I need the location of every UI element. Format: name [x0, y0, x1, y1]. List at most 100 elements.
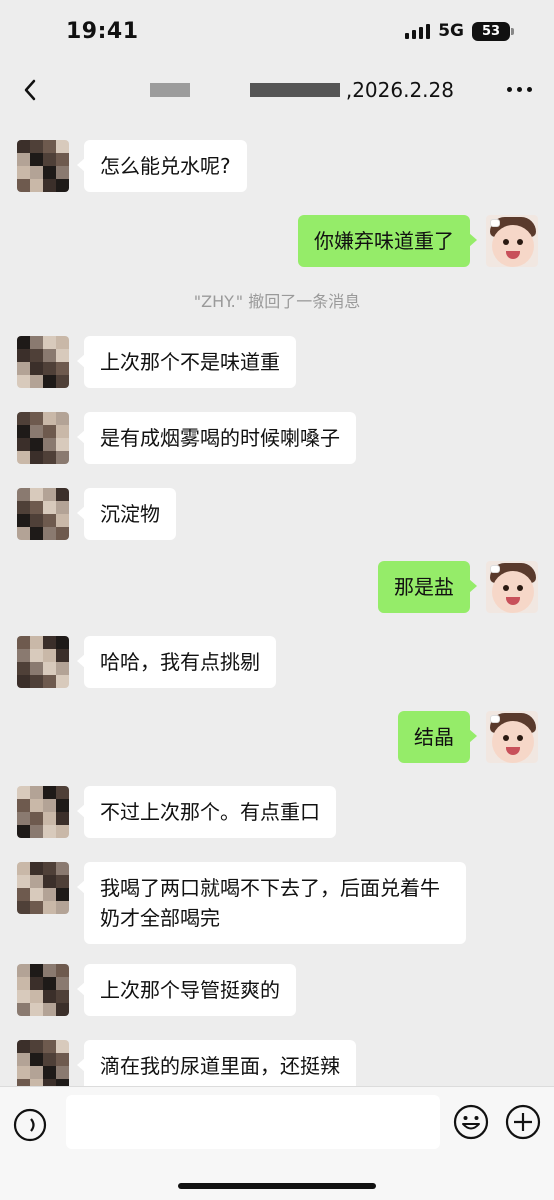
avatar-mosaic-cell — [17, 412, 30, 425]
message-bubble[interactable]: 上次那个不是味道重 — [77, 336, 296, 388]
avatar-mosaic-cell — [17, 662, 30, 675]
avatar-mosaic-cell — [56, 636, 69, 649]
avatar-mosaic-cell — [17, 527, 30, 540]
status-time: 19:41 — [66, 18, 139, 44]
avatar-mosaic-cell — [56, 349, 69, 362]
avatar-mosaic-cell — [30, 1003, 43, 1016]
battery-level: 53 — [481, 23, 501, 39]
message-bubble[interactable]: 你嫌弃味道重了 — [298, 215, 477, 267]
avatar-eye — [517, 239, 523, 245]
avatar-mosaic-cell — [17, 1066, 30, 1079]
message-bubble[interactable]: 上次那个导管挺爽的 — [77, 964, 296, 1016]
avatar[interactable] — [17, 336, 69, 388]
avatar-mosaic-cell — [30, 964, 43, 977]
avatar[interactable] — [17, 786, 69, 838]
avatar-mosaic-cell — [30, 425, 43, 438]
home-indicator[interactable] — [178, 1183, 376, 1189]
avatar-mosaic-cell — [56, 964, 69, 977]
avatar-mosaic-cell — [30, 412, 43, 425]
avatar-mosaic-cell — [56, 662, 69, 675]
back-icon[interactable] — [18, 76, 46, 104]
avatar-mosaic-cell — [43, 166, 56, 179]
message-bubble[interactable]: 是有成烟雾喝的时候喇嗓子 — [77, 412, 356, 464]
message-input[interactable] — [66, 1095, 440, 1149]
avatar-mosaic-cell — [30, 675, 43, 688]
avatar-mosaic-cell — [30, 1053, 43, 1066]
avatar-mosaic-cell — [17, 140, 30, 153]
avatar[interactable] — [17, 488, 69, 540]
avatar-mosaic-cell — [17, 425, 30, 438]
avatar-mosaic-cell — [30, 990, 43, 1003]
avatar-mosaic-cell — [30, 888, 43, 901]
avatar-mosaic-cell — [43, 990, 56, 1003]
avatar-mosaic-cell — [56, 166, 69, 179]
avatar-mosaic-cell — [56, 488, 69, 501]
avatar-mosaic-cell — [30, 438, 43, 451]
avatar[interactable] — [486, 561, 538, 613]
avatar[interactable] — [17, 140, 69, 192]
avatar-mosaic-cell — [56, 901, 69, 914]
status-indicators: 5G 53 — [405, 21, 514, 41]
chat-title-date: ,2026.2.28 — [345, 78, 454, 102]
avatar-mosaic-cell — [30, 875, 43, 888]
avatar-mosaic-cell — [17, 901, 30, 914]
avatar-mosaic-cell — [30, 153, 43, 166]
message-bubble[interactable]: 沉淀物 — [77, 488, 176, 540]
avatar-mosaic-cell — [43, 140, 56, 153]
avatar-mosaic-cell — [56, 1066, 69, 1079]
avatar-mosaic-cell — [30, 662, 43, 675]
avatar-eye — [517, 735, 523, 741]
avatar-mosaic-cell — [17, 862, 30, 875]
avatar-mosaic-cell — [30, 375, 43, 388]
avatar-mosaic-cell — [30, 1040, 43, 1053]
avatar-mosaic-cell — [17, 362, 30, 375]
message-bubble[interactable]: 那是盐 — [378, 561, 477, 613]
avatar[interactable] — [17, 412, 69, 464]
avatar-mosaic-cell — [43, 1003, 56, 1016]
avatar-mosaic-cell — [17, 451, 30, 464]
message-bubble[interactable]: 我喝了两口就喝不下去了，后面兑着牛奶才全部喝完 — [77, 862, 466, 944]
plus-icon[interactable] — [504, 1103, 542, 1141]
avatar[interactable] — [17, 1040, 69, 1086]
avatar-mosaic-cell — [56, 336, 69, 349]
avatar-mosaic-cell — [43, 875, 56, 888]
message-list[interactable]: 怎么能兑水呢? 你嫌弃味道重了 "ZHY." 撤回了一条消息 上次那个不是味道重… — [0, 118, 554, 1086]
avatar-mosaic-cell — [17, 375, 30, 388]
message-bubble[interactable]: 结晶 — [398, 711, 477, 763]
avatar-mosaic-cell — [43, 514, 56, 527]
avatar[interactable] — [17, 964, 69, 1016]
avatar[interactable] — [17, 636, 69, 688]
message-bubble[interactable]: 滴在我的尿道里面，还挺辣 — [77, 1040, 356, 1086]
avatar-mosaic-cell — [30, 166, 43, 179]
avatar-mosaic-cell — [43, 1079, 56, 1086]
avatar-mosaic-cell — [56, 1053, 69, 1066]
avatar-mosaic-cell — [56, 786, 69, 799]
avatar-mosaic-cell — [56, 514, 69, 527]
avatar-bow — [490, 219, 500, 227]
avatar-mosaic-cell — [17, 825, 30, 838]
avatar-mosaic-cell — [17, 875, 30, 888]
avatar-mosaic-cell — [17, 1053, 30, 1066]
emoji-icon[interactable] — [452, 1103, 490, 1141]
avatar-mosaic-cell — [56, 888, 69, 901]
avatar-mosaic-cell — [43, 786, 56, 799]
avatar-mosaic-cell — [17, 799, 30, 812]
avatar-mosaic-cell — [17, 1003, 30, 1016]
avatar-mosaic-cell — [17, 649, 30, 662]
avatar[interactable] — [486, 711, 538, 763]
avatar-mosaic-cell — [30, 862, 43, 875]
message-bubble[interactable]: 哈哈，我有点挑剔 — [77, 636, 276, 688]
avatar[interactable] — [17, 862, 69, 914]
battery-icon: 53 — [472, 21, 514, 41]
avatar[interactable] — [486, 215, 538, 267]
avatar-mosaic-cell — [17, 977, 30, 990]
avatar-mosaic-cell — [56, 675, 69, 688]
avatar-mosaic-cell — [30, 140, 43, 153]
avatar-mosaic-cell — [56, 1003, 69, 1016]
message-bubble[interactable]: 怎么能兑水呢? — [77, 140, 247, 192]
avatar-mosaic-cell — [43, 636, 56, 649]
voice-icon[interactable] — [10, 1105, 50, 1145]
more-icon[interactable] — [507, 87, 532, 92]
message-bubble[interactable]: 不过上次那个。有点重口 — [77, 786, 336, 838]
avatar-mosaic-cell — [43, 825, 56, 838]
